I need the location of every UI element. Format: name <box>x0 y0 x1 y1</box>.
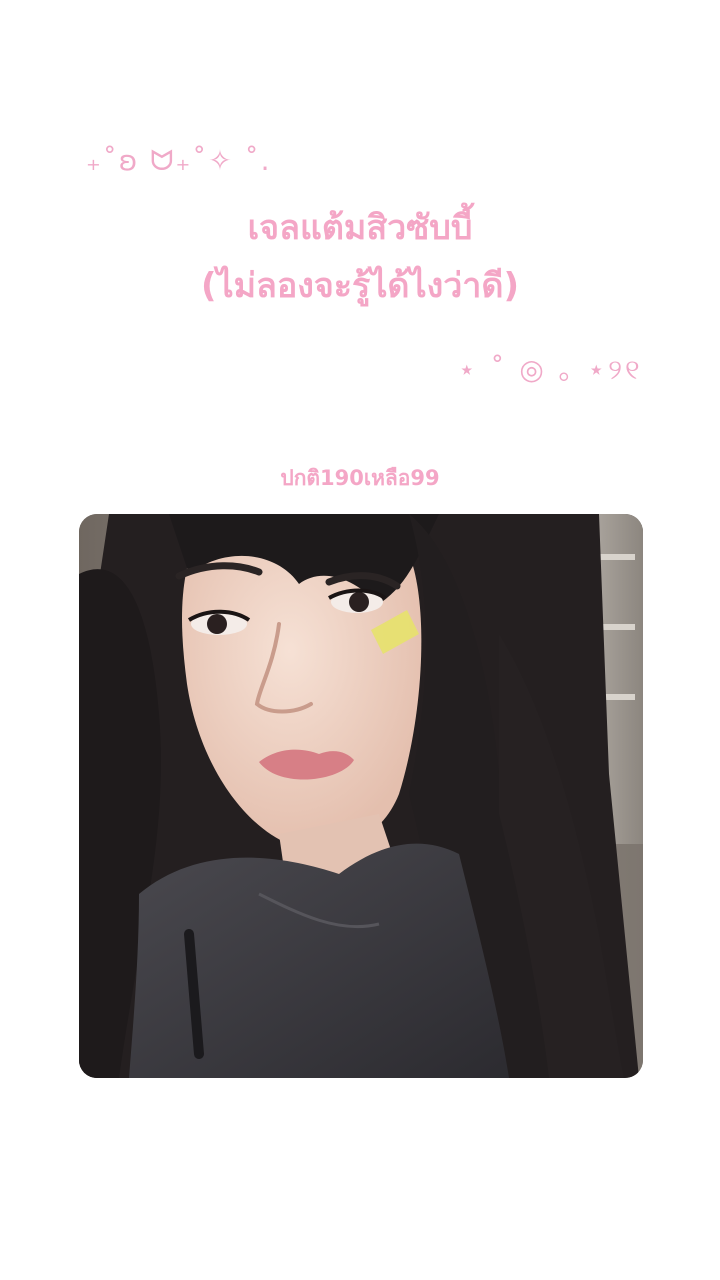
jacket <box>129 843 509 1078</box>
decorative-sparkles-middle: ⋆ ˚ ◎ ｡ ⋆୨୧ <box>458 353 643 386</box>
post-title-line2: (ไม่ลองจะรู้ได้ไงว่าดี) <box>200 266 520 306</box>
decorative-sparkles-top: ₊˚ʚ ᗢ₊˚✧ ˚. <box>86 144 272 177</box>
selfie-illustration <box>79 514 643 1078</box>
price-text: ปกติ190เหลือ99 <box>280 466 440 490</box>
post-title-line1: เจลแต้มสิวซับบี้ <box>247 208 473 248</box>
selfie-photo <box>79 514 643 1078</box>
